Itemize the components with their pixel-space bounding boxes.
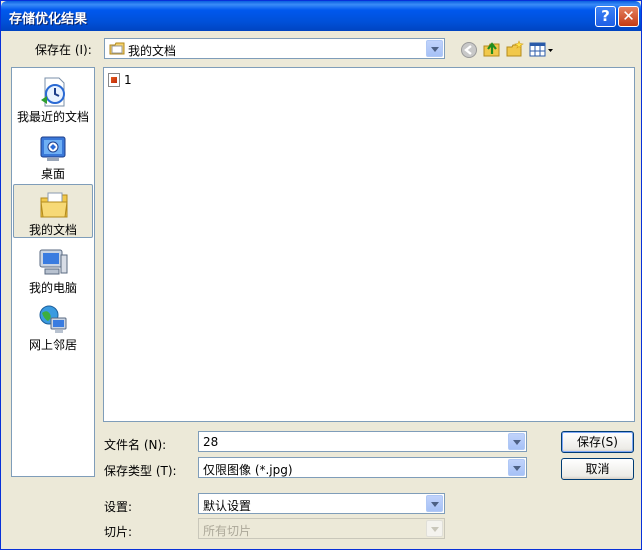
place-desktop[interactable]: 桌面 <box>13 129 93 183</box>
settings-value: 默认设置 <box>203 499 252 513</box>
close-button[interactable]: ✕ <box>618 6 639 27</box>
save-in-dropdown[interactable]: 我的文档 <box>104 38 445 59</box>
my-computer-icon <box>37 247 69 279</box>
file-name-input[interactable]: 28 <box>198 431 527 452</box>
save-type-label: 保存类型 (T): <box>104 464 177 478</box>
recent-documents-icon <box>37 76 69 108</box>
title-bar[interactable]: 存储优化结果 ? ✕ <box>1 1 641 31</box>
new-folder-icon[interactable] <box>506 40 524 58</box>
list-item[interactable]: 1 <box>108 72 132 88</box>
place-label: 我的文档 <box>28 223 77 237</box>
up-folder-icon[interactable] <box>483 40 501 58</box>
place-label: 我的电脑 <box>28 281 77 295</box>
desktop-icon <box>37 133 69 165</box>
settings-label: 设置: <box>104 500 133 514</box>
chevron-down-icon[interactable] <box>508 433 525 450</box>
file-list[interactable]: 1 <box>103 67 635 422</box>
slices-label: 切片: <box>104 525 133 539</box>
place-my-computer[interactable]: 我的电脑 <box>13 243 93 297</box>
help-button[interactable]: ? <box>595 6 616 27</box>
place-recent-documents[interactable]: 我最近的文档 <box>13 72 93 126</box>
place-label: 桌面 <box>40 167 65 181</box>
save-in-value: 我的文档 <box>128 44 177 58</box>
save-dialog: 存储优化结果 ? ✕ 保存在 (I): 我的文档 我最近的文档 桌面 我的文档 … <box>0 0 642 550</box>
place-network[interactable]: 网上邻居 <box>13 300 93 354</box>
file-name: 1 <box>124 73 132 87</box>
chevron-down-icon[interactable] <box>426 40 443 57</box>
image-file-icon <box>108 73 120 87</box>
places-bar: 我最近的文档 桌面 我的文档 我的电脑 网上邻居 <box>11 67 95 477</box>
my-documents-icon <box>38 189 70 221</box>
network-places-icon <box>37 304 69 336</box>
chevron-down-icon <box>426 520 443 537</box>
view-menu-icon[interactable] <box>529 41 555 59</box>
save-in-label: 保存在 (I): <box>35 43 92 57</box>
save-type-value: 仅限图像 (*.jpg) <box>203 463 293 477</box>
file-name-label: 文件名 (N): <box>104 438 167 452</box>
slices-value: 所有切片 <box>203 524 252 538</box>
save-type-dropdown[interactable]: 仅限图像 (*.jpg) <box>198 457 527 478</box>
slices-dropdown: 所有切片 <box>198 518 445 539</box>
chevron-down-icon[interactable] <box>426 495 443 512</box>
save-button[interactable]: 保存(S) <box>561 431 634 453</box>
folder-icon <box>109 42 125 55</box>
place-label: 我最近的文档 <box>16 110 89 124</box>
back-icon[interactable] <box>460 41 478 59</box>
cancel-button[interactable]: 取消 <box>561 458 634 480</box>
file-name-value: 28 <box>203 435 219 449</box>
settings-dropdown[interactable]: 默认设置 <box>198 493 445 514</box>
window-title: 存储优化结果 <box>9 12 88 27</box>
chevron-down-icon[interactable] <box>508 459 525 476</box>
place-my-documents[interactable]: 我的文档 <box>13 184 93 238</box>
place-label: 网上邻居 <box>28 338 77 352</box>
